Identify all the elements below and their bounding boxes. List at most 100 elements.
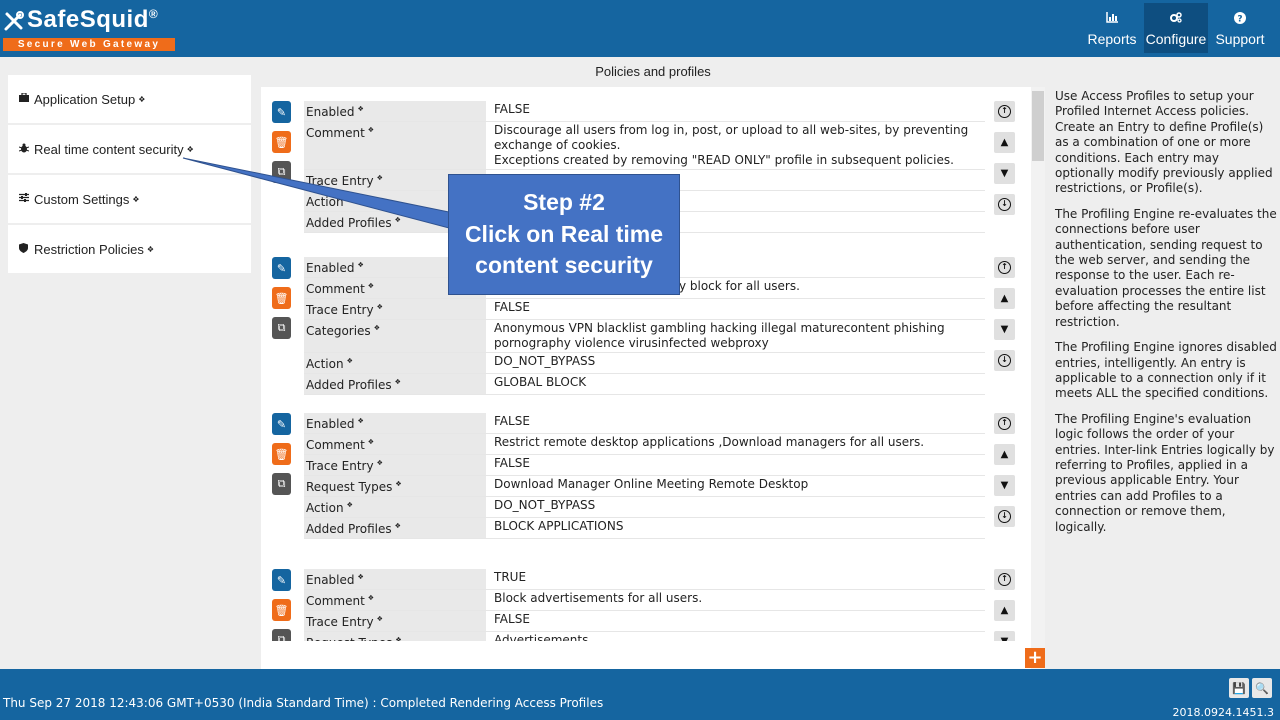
table-row[interactable]: Comment ❖ Discourage all users from log in… — [304, 122, 985, 170]
top-header: SafeSquid® Secure Web Gateway Reports Co… — [0, 0, 1280, 57]
edit-button[interactable]: ✎ — [272, 569, 291, 591]
edit-button[interactable]: ✎ — [272, 413, 291, 435]
move-top-button[interactable]: ↑ — [994, 257, 1015, 278]
move-bottom-button[interactable]: ↓ — [994, 350, 1015, 371]
help-paragraph: The Profiling Engine's evaluation logic … — [1055, 411, 1275, 534]
info-icon[interactable]: ❖ — [377, 174, 383, 182]
table-row[interactable]: Request Types ❖ Download Manager Online Me… — [304, 476, 985, 497]
move-up-button[interactable]: ▲ — [994, 132, 1015, 153]
move-down-button[interactable]: ▼ — [994, 319, 1015, 340]
edit-button[interactable]: ✎ — [272, 101, 291, 123]
move-down-button[interactable]: ▼ — [994, 163, 1015, 184]
table-row[interactable]: Enabled ❖ TRUE — [304, 569, 985, 590]
field-value: GLOBAL BLOCK — [494, 375, 587, 389]
info-icon[interactable]: ❖ — [395, 216, 401, 224]
field-label: Added Profiles — [306, 216, 392, 230]
info-icon[interactable]: ❖ — [358, 573, 364, 581]
move-up-button[interactable]: ▲ — [994, 444, 1015, 465]
briefcase-icon — [19, 92, 34, 105]
info-icon[interactable]: ❖ — [368, 282, 374, 290]
tools-icon — [4, 11, 24, 31]
table-row[interactable]: Action ❖ DO_NOT_BYPASS — [304, 353, 985, 374]
move-up-button[interactable]: ▲ — [994, 600, 1015, 621]
info-icon[interactable]: ❖ — [147, 245, 154, 254]
save-icon: 💾 — [1232, 681, 1246, 695]
info-icon[interactable]: ❖ — [358, 417, 364, 425]
table-row[interactable]: Request Types❖ Advertisements — [304, 632, 985, 641]
info-icon[interactable]: ❖ — [347, 501, 353, 509]
info-icon[interactable]: ❖ — [358, 261, 364, 269]
info-icon[interactable]: ❖ — [377, 615, 383, 623]
edit-button[interactable]: ✎ — [272, 257, 291, 279]
info-icon[interactable]: ❖ — [358, 105, 364, 113]
delete-button[interactable]: 🗑 — [272, 443, 291, 465]
caret-down-icon: ▼ — [1000, 168, 1009, 179]
move-top-button[interactable]: ↑ — [994, 413, 1015, 434]
field-value: FALSE — [494, 414, 530, 428]
move-top-button[interactable]: ↑ — [994, 569, 1015, 590]
info-icon[interactable]: ❖ — [187, 145, 194, 154]
info-icon[interactable]: ❖ — [377, 303, 383, 311]
field-label: Enabled — [306, 105, 355, 119]
table-row[interactable]: Comment ❖ Block advertisements for all use… — [304, 590, 985, 611]
copy-button[interactable]: ⧉ — [272, 473, 291, 495]
info-icon[interactable]: ❖ — [395, 480, 401, 488]
nav-support[interactable]: ? Support — [1208, 3, 1272, 53]
info-icon[interactable]: ❖ — [368, 594, 374, 602]
info-icon[interactable]: ❖ — [395, 636, 401, 641]
table-row[interactable]: Categories ❖ Anonymous VPN blacklist gambl… — [304, 320, 985, 353]
table-row[interactable]: Trace Entry ❖ FALSE — [304, 611, 985, 632]
table-row[interactable]: Added Profiles ❖ GLOBAL BLOCK — [304, 374, 985, 395]
info-icon[interactable]: ❖ — [377, 459, 383, 467]
table-row[interactable]: Trace Entry ❖ FALSE — [304, 299, 985, 320]
help-paragraph: The Profiling Engine ignores disabled en… — [1055, 340, 1277, 401]
info-icon[interactable]: ❖ — [132, 195, 139, 204]
sidebar-item-label: Custom Settings — [34, 191, 130, 207]
info-icon[interactable]: ❖ — [395, 522, 401, 530]
copy-button[interactable]: ⧉ — [272, 317, 291, 339]
copy-button[interactable]: ⧉ — [272, 629, 291, 641]
table-row[interactable]: Enabled ❖ FALSE — [304, 413, 985, 434]
sidebar-item-application-setup[interactable]: Application Setup ❖ — [8, 75, 251, 123]
save-button[interactable]: 💾 — [1229, 678, 1249, 698]
table-row[interactable]: Added Profiles ❖ BLOCK APPLICATIONS — [304, 518, 985, 539]
table-row[interactable]: Action ❖ DO_NOT_BYPASS — [304, 497, 985, 518]
move-top-button[interactable]: ↑ — [994, 101, 1015, 122]
info-icon[interactable]: ❖ — [138, 95, 145, 104]
move-bottom-button[interactable]: ↓ — [994, 194, 1015, 215]
table-row[interactable]: Trace Entry ❖ FALSE — [304, 455, 985, 476]
info-icon[interactable]: ❖ — [374, 324, 380, 332]
callout-line: Click on Real time — [464, 220, 664, 247]
move-bottom-button[interactable]: ↓ — [994, 506, 1015, 527]
nav-configure[interactable]: Configure — [1144, 3, 1208, 53]
table-row[interactable]: Comment ❖ Restrict remote desktop applicat… — [304, 434, 985, 455]
delete-button[interactable]: 🗑 — [272, 287, 291, 309]
nav-reports[interactable]: Reports — [1080, 3, 1144, 53]
caret-up-icon: ▲ — [1000, 137, 1009, 148]
arrow-down-circle-icon: ↓ — [998, 198, 1011, 211]
info-icon[interactable]: ❖ — [368, 126, 374, 134]
delete-button[interactable]: 🗑 — [272, 599, 291, 621]
move-down-button[interactable]: ▼ — [994, 475, 1015, 496]
copy-icon: ⧉ — [277, 165, 286, 178]
sidebar-item-custom-settings[interactable]: Custom Settings ❖ — [8, 175, 251, 223]
info-icon[interactable]: ❖ — [347, 195, 353, 203]
move-down-button[interactable]: ▼ — [994, 631, 1015, 641]
panel-scrollbar[interactable]: ∨ — [1031, 87, 1045, 669]
add-entry-button[interactable]: + — [1025, 648, 1045, 668]
move-up-button[interactable]: ▲ — [994, 288, 1015, 309]
edit-icon: ✎ — [276, 417, 287, 431]
info-icon[interactable]: ❖ — [347, 357, 353, 365]
sidebar-item-restriction-policies[interactable]: Restriction Policies ❖ — [8, 225, 251, 273]
info-icon[interactable]: ❖ — [368, 438, 374, 446]
sidebar-item-real-time-content-security[interactable]: Real time content security ❖ — [8, 125, 251, 173]
search-button[interactable]: 🔍 — [1252, 678, 1272, 698]
info-icon[interactable]: ❖ — [395, 378, 401, 386]
safesquid-logo[interactable]: SafeSquid® Secure Web Gateway — [3, 4, 179, 54]
table-row[interactable]: Enabled ❖ FALSE — [304, 101, 985, 122]
copy-button[interactable]: ⧉ — [272, 161, 291, 183]
caret-up-icon: ▲ — [1000, 293, 1009, 304]
delete-button[interactable]: 🗑 — [272, 131, 291, 153]
svg-text:?: ? — [1237, 15, 1242, 25]
scrollbar-thumb[interactable] — [1032, 91, 1044, 161]
